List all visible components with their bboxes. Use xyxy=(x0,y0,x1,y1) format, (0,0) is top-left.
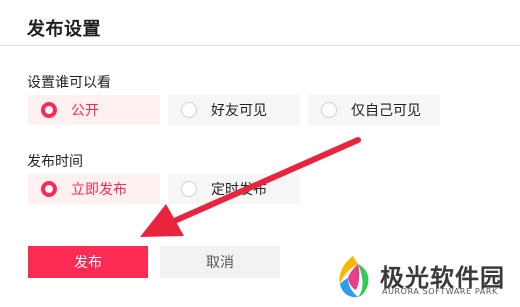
radio-unselected-icon xyxy=(181,102,197,118)
title-divider xyxy=(0,45,520,46)
radio-selected-icon xyxy=(41,102,57,118)
publish-time-option-scheduled[interactable]: 定时发布 xyxy=(168,174,300,204)
option-label: 定时发布 xyxy=(211,182,267,198)
option-label: 仅自己可见 xyxy=(351,103,421,119)
radio-unselected-icon xyxy=(181,181,197,197)
cancel-button[interactable]: 取消 xyxy=(160,246,280,278)
visibility-option-private[interactable]: 仅自己可见 xyxy=(308,95,440,125)
option-label: 好友可见 xyxy=(211,103,267,119)
visibility-option-public[interactable]: 公开 xyxy=(28,95,160,125)
publish-time-option-now[interactable]: 立即发布 xyxy=(28,174,160,204)
watermark-brand-en: AURORA SOFTWARE PARK xyxy=(382,287,498,296)
radio-unselected-icon xyxy=(321,102,337,118)
option-label: 公开 xyxy=(71,103,99,119)
aurora-logo-icon xyxy=(339,256,369,298)
publish-settings-panel: 发布设置 设置谁可以看 公开 好友可见 仅自己可见 发布时间 立即发布 定时发布… xyxy=(0,0,520,307)
radio-selected-icon xyxy=(41,181,57,197)
aurora-watermark: 极光软件园 AURORA SOFTWARE PARK xyxy=(330,252,515,304)
publish-button[interactable]: 发布 xyxy=(28,246,148,278)
option-label: 立即发布 xyxy=(71,182,127,198)
publish-time-label: 发布时间 xyxy=(27,154,83,170)
visibility-label: 设置谁可以看 xyxy=(27,75,111,91)
page-title: 发布设置 xyxy=(27,19,101,40)
visibility-option-friends[interactable]: 好友可见 xyxy=(168,95,300,125)
